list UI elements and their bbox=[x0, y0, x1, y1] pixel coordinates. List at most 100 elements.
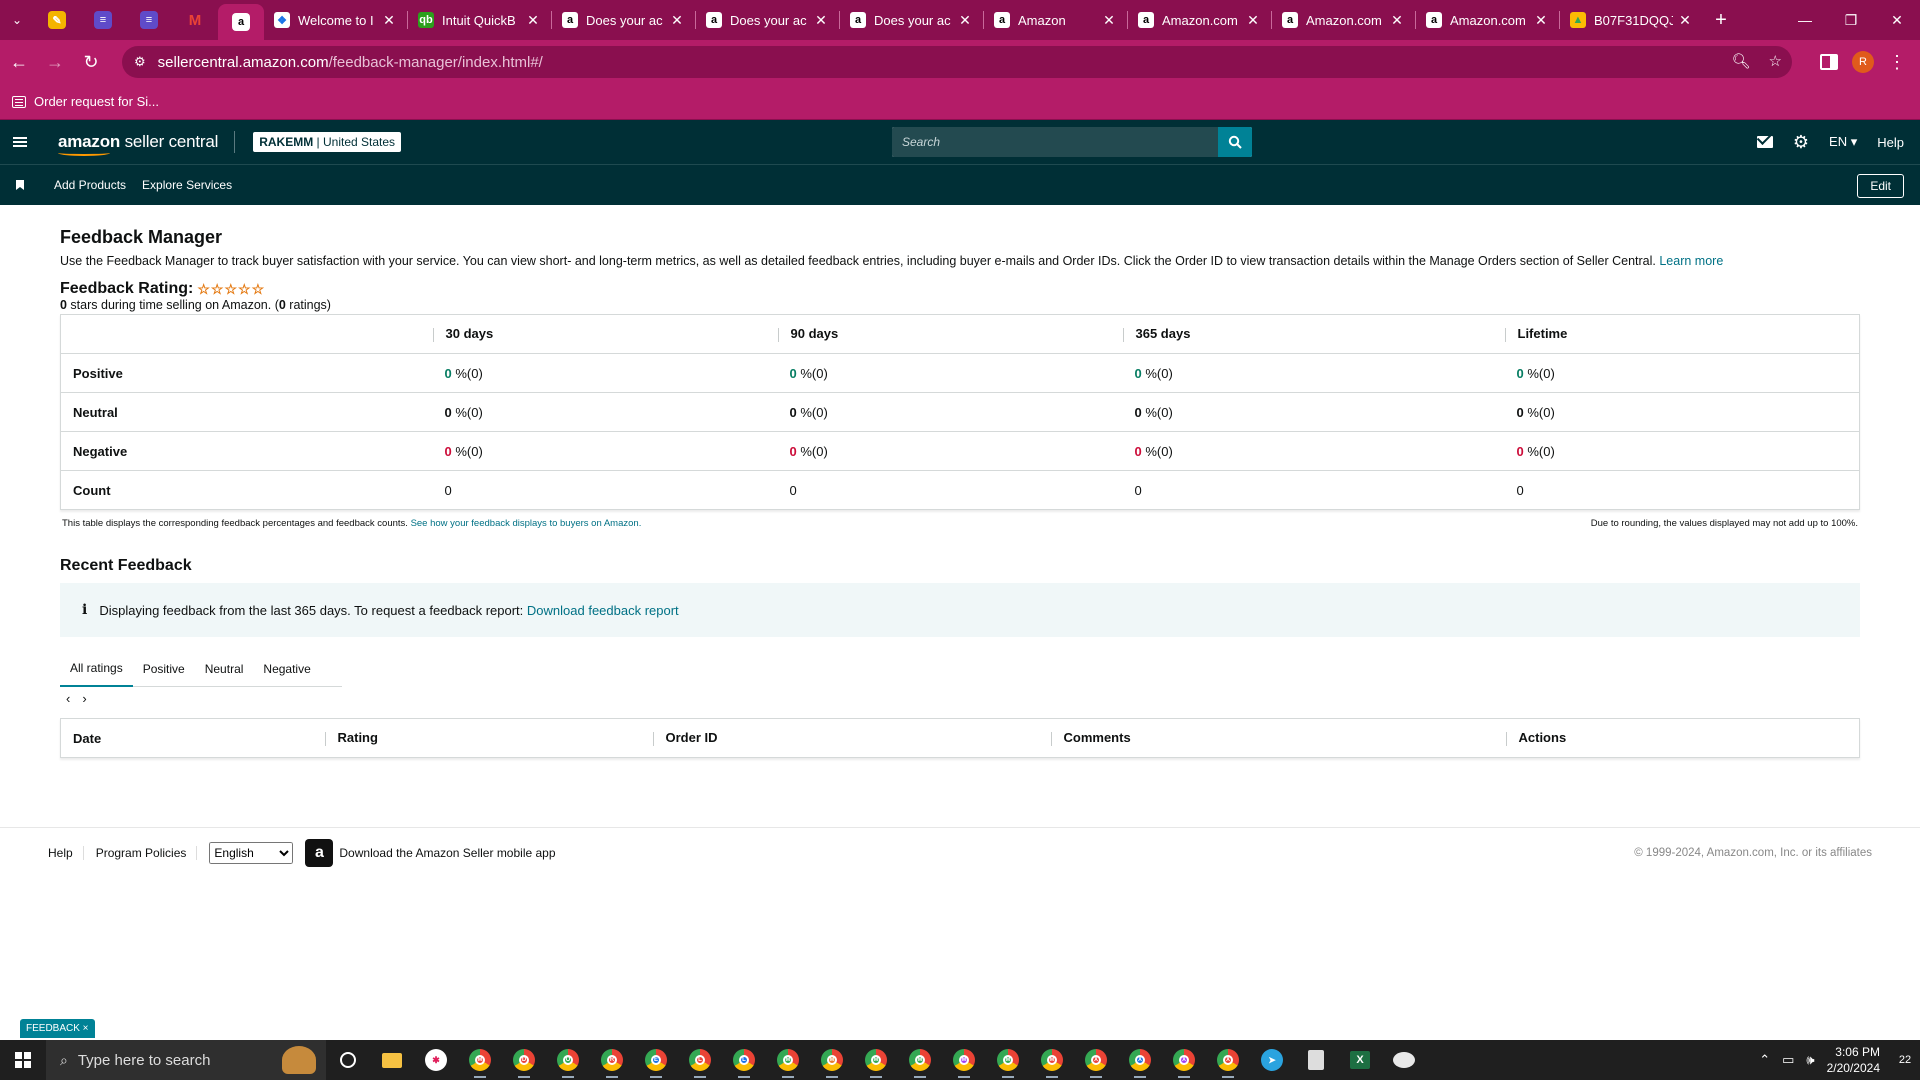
account-switcher[interactable]: RAKEMM | United States bbox=[253, 132, 402, 152]
col-date[interactable]: Date bbox=[61, 719, 325, 758]
site-info-icon[interactable]: ⚙ bbox=[134, 54, 146, 70]
settings-gear-icon[interactable]: ⚙ bbox=[1793, 132, 1809, 153]
network-icon[interactable]: ▭ bbox=[1782, 1052, 1794, 1068]
paint-icon[interactable] bbox=[1382, 1040, 1426, 1080]
download-report-link[interactable]: Download feedback report bbox=[527, 603, 679, 618]
chrome-profile-icon[interactable]: X bbox=[1118, 1040, 1162, 1080]
minimize-icon[interactable]: — bbox=[1782, 0, 1828, 40]
chrome-profile-icon[interactable]: M bbox=[458, 1040, 502, 1080]
restore-icon[interactable]: ❐ bbox=[1828, 0, 1874, 40]
pinned-tab-1[interactable]: ✎ bbox=[34, 0, 80, 40]
col-actions[interactable]: Actions bbox=[1505, 719, 1860, 758]
subnav-add-products[interactable]: Add Products bbox=[54, 178, 126, 192]
chrome-profile-icon[interactable]: M bbox=[854, 1040, 898, 1080]
tab-close-icon[interactable]: ✕ bbox=[957, 12, 973, 29]
edit-button[interactable]: Edit bbox=[1857, 174, 1904, 198]
language-selector[interactable]: EN ▾ bbox=[1829, 134, 1857, 150]
pinned-tab-gmail[interactable]: M bbox=[172, 0, 218, 40]
new-tab-button[interactable]: + bbox=[1703, 9, 1739, 32]
menu-icon[interactable]: ⋮ bbox=[1888, 52, 1906, 73]
next-page-icon[interactable]: › bbox=[82, 691, 86, 706]
chrome-profile-icon[interactable]: R bbox=[590, 1040, 634, 1080]
chrome-profile-icon[interactable]: X bbox=[1074, 1040, 1118, 1080]
slack-icon[interactable]: ✱ bbox=[414, 1040, 458, 1080]
browser-tab[interactable]: a Amazon.com ✕ bbox=[1272, 0, 1415, 40]
tray-overflow-icon[interactable]: ⌃ bbox=[1759, 1052, 1770, 1068]
tab-close-icon[interactable]: ✕ bbox=[1101, 12, 1117, 29]
telegram-icon[interactable]: ➤ bbox=[1250, 1040, 1294, 1080]
feedback-widget[interactable]: FEEDBACK × bbox=[20, 1019, 95, 1038]
tab-close-icon[interactable]: ✕ bbox=[669, 12, 685, 29]
close-window-icon[interactable]: ✕ bbox=[1874, 0, 1920, 40]
tab-close-icon[interactable]: ✕ bbox=[1533, 12, 1549, 29]
calculator-icon[interactable] bbox=[1294, 1040, 1338, 1080]
browser-tab[interactable]: ❖ Welcome to I ✕ bbox=[264, 0, 407, 40]
col-rating[interactable]: Rating bbox=[324, 719, 653, 758]
chrome-profile-icon[interactable]: O bbox=[546, 1040, 590, 1080]
tab-close-icon[interactable]: ✕ bbox=[1677, 12, 1693, 29]
browser-tab[interactable]: a Does your ac ✕ bbox=[552, 0, 695, 40]
chrome-profile-icon[interactable]: M bbox=[986, 1040, 1030, 1080]
tab-negative[interactable]: Negative bbox=[253, 651, 320, 687]
browser-tab[interactable]: a Amazon.com ✕ bbox=[1416, 0, 1559, 40]
volume-icon[interactable]: 🕪︎ bbox=[1806, 1052, 1814, 1068]
tab-close-icon[interactable]: ✕ bbox=[1389, 12, 1405, 29]
footer-app-link[interactable]: Download the Amazon Seller mobile app bbox=[339, 846, 555, 860]
bookmark-flag-icon[interactable] bbox=[16, 180, 24, 190]
chrome-profile-icon[interactable]: M bbox=[898, 1040, 942, 1080]
pinned-tab-2[interactable]: ≡ bbox=[80, 0, 126, 40]
chrome-profile-icon[interactable]: M bbox=[1030, 1040, 1074, 1080]
reload-icon[interactable]: ↻ bbox=[74, 45, 108, 79]
back-icon[interactable]: ← bbox=[2, 45, 36, 79]
forward-icon[interactable]: → bbox=[38, 45, 72, 79]
tab-close-icon[interactable]: ✕ bbox=[381, 12, 397, 29]
browser-tab[interactable]: qb Intuit QuickB ✕ bbox=[408, 0, 551, 40]
tab-search-button[interactable]: ⌄ bbox=[0, 0, 34, 40]
pinned-tab-amazon-active[interactable]: a bbox=[218, 4, 264, 40]
notification-icon[interactable]: 22 bbox=[1890, 1054, 1920, 1066]
tab-positive[interactable]: Positive bbox=[133, 651, 195, 687]
help-link[interactable]: Help bbox=[1877, 135, 1904, 150]
chrome-profile-icon[interactable]: L bbox=[678, 1040, 722, 1080]
tab-close-icon[interactable]: ✕ bbox=[525, 12, 541, 29]
taskbar-search[interactable]: ⌕ Type here to search bbox=[46, 1040, 326, 1080]
task-view-icon[interactable] bbox=[326, 1040, 370, 1080]
col-order-id[interactable]: Order ID bbox=[652, 719, 1051, 758]
tab-close-icon[interactable]: ✕ bbox=[1245, 12, 1261, 29]
chrome-profile-icon[interactable]: X bbox=[1206, 1040, 1250, 1080]
chrome-profile-icon[interactable]: X bbox=[1162, 1040, 1206, 1080]
browser-tab[interactable]: ▲ B07F31DQQJ ✕ bbox=[1560, 0, 1703, 40]
tab-neutral[interactable]: Neutral bbox=[195, 651, 254, 687]
footer-policies-link[interactable]: Program Policies bbox=[96, 846, 187, 860]
feedback-display-link[interactable]: See how your feedback displays to buyers… bbox=[411, 518, 642, 529]
learn-more-link[interactable]: Learn more bbox=[1659, 254, 1723, 268]
file-explorer-icon[interactable] bbox=[370, 1040, 414, 1080]
pinned-tab-3[interactable]: ≡ bbox=[126, 0, 172, 40]
bookmark-star-icon[interactable]: ☆ bbox=[1769, 52, 1782, 70]
side-panel-icon[interactable] bbox=[1820, 54, 1838, 70]
zoom-icon[interactable]: 🔍︎ bbox=[1732, 52, 1751, 70]
subnav-explore-services[interactable]: Explore Services bbox=[142, 178, 232, 192]
search-button[interactable] bbox=[1218, 127, 1252, 157]
seller-central-logo[interactable]: amazon seller central bbox=[58, 132, 218, 156]
tab-close-icon[interactable]: ✕ bbox=[813, 12, 829, 29]
chrome-profile-icon[interactable]: E bbox=[634, 1040, 678, 1080]
chrome-profile-icon[interactable]: M bbox=[810, 1040, 854, 1080]
col-comments[interactable]: Comments bbox=[1050, 719, 1506, 758]
start-button[interactable] bbox=[0, 1040, 46, 1080]
chrome-profile-icon[interactable]: M bbox=[942, 1040, 986, 1080]
tab-all-ratings[interactable]: All ratings bbox=[60, 651, 133, 687]
browser-tab[interactable]: a Does your ac ✕ bbox=[696, 0, 839, 40]
browser-tab[interactable]: a Amazon.com ✕ bbox=[1128, 0, 1271, 40]
clock[interactable]: 3:06 PM 2/20/2024 bbox=[1827, 1044, 1880, 1076]
browser-tab[interactable]: a Does your ac ✕ bbox=[840, 0, 983, 40]
address-bar[interactable]: ⚙ sellercentral.amazon.com/feedback-mana… bbox=[122, 46, 1792, 78]
bookmark-item[interactable]: Order request for Si... bbox=[34, 94, 159, 109]
mail-icon[interactable] bbox=[1756, 136, 1773, 148]
chrome-profile-icon[interactable]: D bbox=[502, 1040, 546, 1080]
profile-avatar[interactable]: R bbox=[1852, 51, 1874, 73]
footer-help-link[interactable]: Help bbox=[48, 846, 73, 860]
browser-tab[interactable]: a Amazon ✕ bbox=[984, 0, 1127, 40]
footer-language-select[interactable]: English bbox=[209, 841, 294, 864]
chrome-profile-icon[interactable]: M bbox=[766, 1040, 810, 1080]
